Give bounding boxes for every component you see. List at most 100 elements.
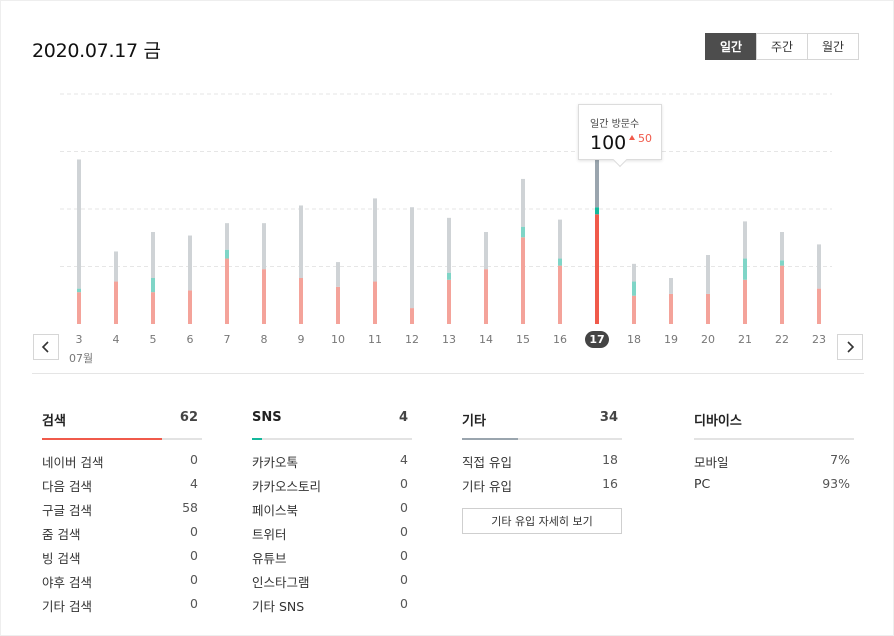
device-panel-title: 디바이스: [694, 414, 742, 429]
other-bar-segment[interactable]: [817, 244, 821, 289]
search-panel-header: 검색 62: [42, 410, 202, 429]
sns-row: 트위터 0: [252, 524, 412, 548]
device-row-label: PC: [694, 476, 711, 491]
search-bar-segment[interactable]: [447, 279, 451, 324]
search-row: 기타 검색 0: [42, 596, 202, 620]
tooltip-delta-value: 50: [638, 132, 652, 145]
other-bar-segment[interactable]: [225, 223, 229, 250]
search-row-label: 줌 검색: [42, 527, 81, 542]
search-bar-segment[interactable]: [410, 308, 414, 324]
sns-bar-segment[interactable]: [780, 260, 784, 266]
etc-detail-button[interactable]: 기타 유입 자세히 보기: [462, 508, 622, 534]
sns-row: 인스타그램 0: [252, 572, 412, 596]
sns-panel-title: SNS: [252, 410, 282, 425]
other-bar-segment[interactable]: [706, 255, 710, 294]
other-bar-segment[interactable]: [669, 278, 673, 294]
sns-bar-segment[interactable]: [595, 207, 599, 215]
other-bar-segment[interactable]: [299, 205, 303, 278]
other-bar-segment[interactable]: [410, 207, 414, 309]
other-bar-segment[interactable]: [188, 235, 192, 291]
sns-bar-segment[interactable]: [743, 258, 747, 280]
x-tick-label[interactable]: 4: [113, 333, 120, 346]
search-row-label: 다음 검색: [42, 479, 92, 494]
search-bar-segment[interactable]: [114, 281, 118, 324]
search-bar-segment[interactable]: [151, 292, 155, 324]
search-bar-segment[interactable]: [484, 269, 488, 324]
search-row: 야후 검색 0: [42, 572, 202, 596]
x-tick-label[interactable]: 11: [368, 333, 382, 346]
search-bar-segment[interactable]: [817, 288, 821, 324]
device-rows: 모바일 7% PC 93%: [694, 452, 854, 500]
other-bar-segment[interactable]: [447, 217, 451, 273]
sns-bar-segment[interactable]: [151, 278, 155, 293]
search-bar-segment[interactable]: [521, 237, 525, 324]
device-panel-header: 디바이스: [694, 410, 854, 429]
sns-row-value: 0: [400, 500, 408, 515]
sns-bar-segment[interactable]: [632, 281, 636, 296]
sns-bar-segment[interactable]: [558, 258, 562, 266]
x-tick-label[interactable]: 22: [775, 333, 789, 346]
search-row-value: 4: [190, 476, 198, 491]
x-tick-label[interactable]: 16: [553, 333, 567, 346]
sns-bar-segment[interactable]: [77, 288, 81, 293]
tooltip-value: 100: [590, 132, 627, 154]
x-tick-label[interactable]: 6: [187, 333, 194, 346]
sns-row: 페이스북 0: [252, 500, 412, 524]
sns-bar-segment[interactable]: [225, 249, 229, 259]
x-tick-label[interactable]: 5: [150, 333, 157, 346]
visitor-chart: 3 4 5 6 7 8 9 10 11 12 13 14 15 16 17 18 19 20 21 22 23: [60, 93, 832, 348]
search-row-label: 기타 검색: [42, 599, 92, 614]
other-bar-segment[interactable]: [484, 232, 488, 270]
x-tick-label[interactable]: 23: [812, 333, 826, 346]
other-bar-segment[interactable]: [743, 221, 747, 259]
search-bar-segment[interactable]: [77, 292, 81, 324]
x-tick-label[interactable]: 10: [331, 333, 345, 346]
x-tick-label[interactable]: 12: [405, 333, 419, 346]
x-tick-label[interactable]: 13: [442, 333, 456, 346]
etc-row-label: 직접 유입: [462, 455, 512, 470]
other-bar-segment[interactable]: [373, 198, 377, 282]
x-tick-label[interactable]: 14: [479, 333, 493, 346]
search-bar-segment[interactable]: [558, 265, 562, 324]
x-tick-label[interactable]: 21: [738, 333, 752, 346]
sns-ratio-bar: [252, 438, 412, 440]
x-tick-label[interactable]: 3: [76, 333, 83, 346]
search-bar-segment[interactable]: [706, 293, 710, 324]
sns-row-value: 4: [400, 452, 408, 467]
device-row-label: 모바일: [694, 455, 729, 470]
x-tick-label[interactable]: 18: [627, 333, 641, 346]
search-bar-segment[interactable]: [262, 269, 266, 324]
search-bar-segment[interactable]: [743, 279, 747, 324]
other-bar-segment[interactable]: [632, 263, 636, 282]
x-tick-label[interactable]: 20: [701, 333, 715, 346]
other-bar-segment[interactable]: [151, 232, 155, 278]
search-bar-segment[interactable]: [595, 214, 599, 324]
sns-row-value: 0: [400, 596, 408, 611]
x-tick-label[interactable]: 15: [516, 333, 530, 346]
x-tick-label[interactable]: 17: [589, 333, 604, 346]
search-bar-segment[interactable]: [669, 293, 673, 324]
other-bar-segment[interactable]: [558, 219, 562, 259]
other-bar-segment[interactable]: [780, 232, 784, 261]
device-row-value: 93%: [822, 476, 850, 491]
other-bar-segment[interactable]: [77, 159, 81, 289]
other-bar-segment[interactable]: [114, 251, 118, 282]
sns-bar-segment[interactable]: [521, 226, 525, 238]
search-bar-segment[interactable]: [225, 258, 229, 324]
other-bar-segment[interactable]: [262, 223, 266, 270]
next-button[interactable]: [837, 334, 863, 360]
prev-button[interactable]: [33, 334, 59, 360]
search-bar-segment[interactable]: [373, 281, 377, 324]
other-bar-segment[interactable]: [336, 262, 340, 287]
x-tick-label[interactable]: 8: [261, 333, 268, 346]
search-bar-segment[interactable]: [188, 290, 192, 324]
search-bar-segment[interactable]: [336, 286, 340, 324]
search-bar-segment[interactable]: [299, 278, 303, 324]
x-tick-label[interactable]: 19: [664, 333, 678, 346]
search-bar-segment[interactable]: [780, 265, 784, 324]
x-tick-label[interactable]: 9: [298, 333, 305, 346]
sns-bar-segment[interactable]: [447, 272, 451, 280]
search-bar-segment[interactable]: [632, 295, 636, 324]
x-tick-label[interactable]: 7: [224, 333, 231, 346]
other-bar-segment[interactable]: [521, 178, 525, 227]
